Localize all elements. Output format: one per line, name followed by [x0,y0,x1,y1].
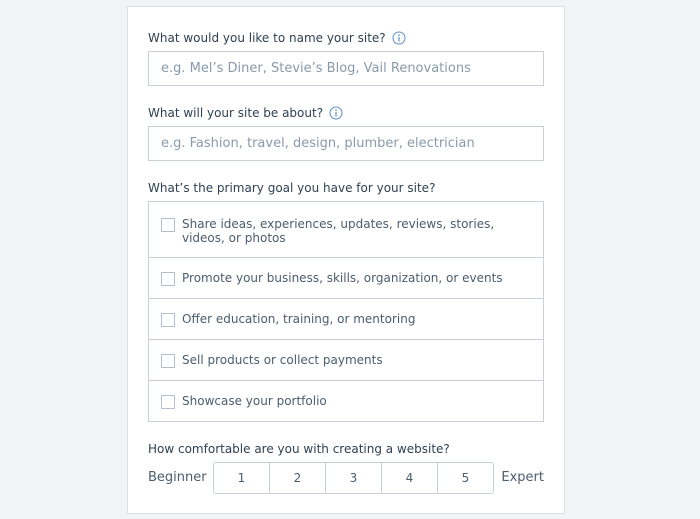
comfort-label: How comfortable are you with creating a … [148,442,450,456]
comfort-question: How comfortable are you with creating a … [148,442,450,456]
scale-button-3[interactable]: 3 [325,463,381,493]
goal-option-portfolio[interactable]: Showcase your portfolio [149,380,543,421]
site-about-label: What will your site be about? [148,106,324,120]
scale-button-1[interactable]: 1 [214,463,269,493]
site-about-question: What will your site be about? [148,106,343,120]
scale-button-group: 1 2 3 4 5 [213,462,494,494]
site-setup-form: What would you like to name your site? W… [127,6,565,514]
site-about-input[interactable] [148,126,544,161]
info-icon[interactable] [329,106,343,120]
goal-option-label: Promote your business, skills, organizat… [182,271,503,285]
scale-button-5[interactable]: 5 [437,463,493,493]
site-name-label: What would you like to name your site? [148,31,386,45]
comfort-scale: Beginner 1 2 3 4 5 Expert [148,462,544,494]
primary-goal-label: What’s the primary goal you have for you… [148,181,436,195]
goal-option-sell[interactable]: Sell products or collect payments [149,339,543,380]
goal-option-share[interactable]: Share ideas, experiences, updates, revie… [149,202,543,257]
site-name-input[interactable] [148,51,544,86]
scale-button-2[interactable]: 2 [269,463,325,493]
goal-option-label: Showcase your portfolio [182,394,327,408]
primary-goal-options: Share ideas, experiences, updates, revie… [148,201,544,422]
info-icon[interactable] [392,31,406,45]
checkbox[interactable] [161,395,175,409]
checkbox[interactable] [161,313,175,327]
goal-option-label: Offer education, training, or mentoring [182,312,416,326]
goal-option-education[interactable]: Offer education, training, or mentoring [149,298,543,339]
checkbox[interactable] [161,354,175,368]
goal-option-label: Sell products or collect payments [182,353,383,367]
checkbox[interactable] [161,218,175,232]
checkbox[interactable] [161,272,175,286]
scale-max-label: Expert [501,470,544,485]
scale-min-label: Beginner [148,470,207,485]
goal-option-label: Share ideas, experiences, updates, revie… [182,217,495,245]
site-name-question: What would you like to name your site? [148,31,406,45]
scale-button-4[interactable]: 4 [381,463,437,493]
goal-option-promote[interactable]: Promote your business, skills, organizat… [149,257,543,298]
primary-goal-question: What’s the primary goal you have for you… [148,181,435,195]
